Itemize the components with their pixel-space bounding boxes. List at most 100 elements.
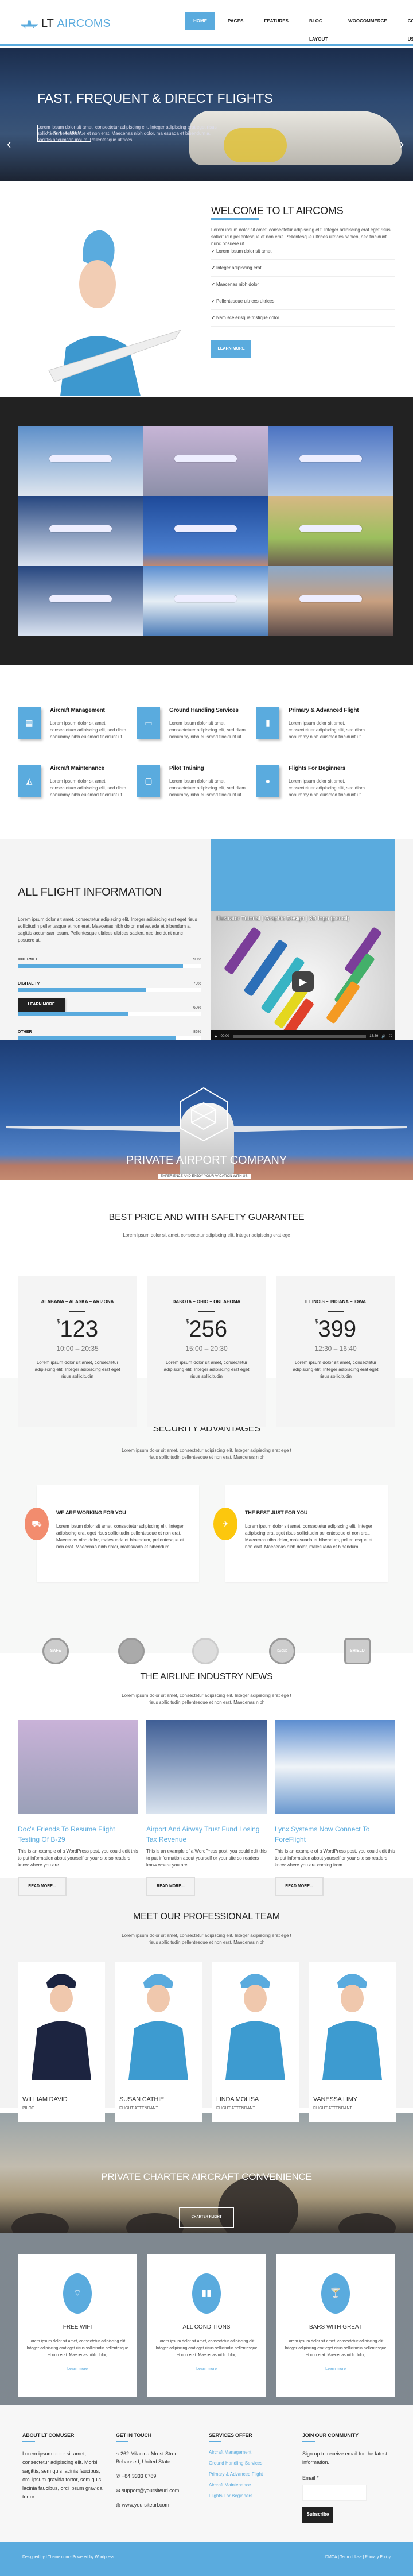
price-value: 256 — [189, 1316, 228, 1342]
list-item: ✔ Maecenas nibh dolor — [211, 277, 395, 293]
footer-community: JOIN OUR COMMUNITY Sign up to receive em… — [302, 2432, 394, 2523]
post-image[interactable] — [18, 1720, 138, 1814]
slider-next-icon[interactable]: › — [400, 137, 404, 152]
gallery-section — [0, 397, 413, 665]
footer-about: ABOUT LT COMUSER Lorem ipsum dolor sit a… — [22, 2432, 103, 2500]
learn-more-link[interactable]: Learn more — [147, 2367, 266, 2371]
check-icon: ✔ — [211, 299, 216, 304]
phone-icon: ✆ — [116, 2473, 122, 2479]
gallery-image[interactable] — [143, 566, 268, 636]
gallery-image[interactable] — [143, 426, 268, 496]
pricing-title: BEST PRICE AND WITH SAFETY GUARANTEE — [108, 1213, 305, 1222]
footer-link[interactable]: Flights For Beginners — [209, 2493, 295, 2498]
globe-badge-logo — [192, 1638, 219, 1664]
footer-link[interactable]: Primary & Advanced Flight — [209, 2472, 295, 2477]
nav-blog-layout[interactable]: BLOG LAYOUT — [301, 12, 336, 42]
nav-contact-us[interactable]: CONTACT US — [400, 12, 413, 42]
service-aircraft-maintenance: ◭ Aircraft Maintenance Lorem ipsum dolor … — [18, 765, 138, 811]
welcome-title: WELCOME TO LT AIRCOMS — [211, 205, 344, 216]
progress-bar: TELEPHONE 60% — [18, 1006, 201, 1020]
email-input[interactable] — [302, 2485, 367, 2501]
post-title-link[interactable]: Lynx Systems Now Connect To ForeFlight — [275, 1824, 395, 1845]
gallery-image[interactable] — [18, 426, 143, 496]
price-card: ALABAMA – ALASKA – ARIZONA $123 10:00 – … — [18, 1276, 137, 1427]
slider-prev-icon[interactable]: ‹ — [7, 137, 11, 152]
team-member-card: LINDA MOLISA FLIGHT ATTENDANT — [212, 1962, 299, 2122]
price-card: DAKOTA – OHIO – OKLAHOMA $256 15:00 – 20… — [147, 1276, 266, 1427]
view-flights-info-button[interactable]: VIEW FLIGHTS INFO — [174, 1186, 237, 1199]
email-label: Email * — [302, 2475, 319, 2481]
dmca-link[interactable]: DMCA — [325, 2555, 337, 2559]
check-icon: ✔ — [211, 265, 216, 270]
video-player[interactable]: Illustrator Tutorial | Graphic Design | … — [211, 911, 395, 1043]
news-subtitle: Lorem ipsum dolor sit amet, consectetur … — [122, 1693, 291, 1705]
fullscreen-icon[interactable]: ⛶ — [389, 1035, 392, 1039]
play-icon[interactable]: ▶ — [292, 971, 314, 992]
amenity-card: ▮▮ ALL CONDITIONS Lorem ipsum dolor sit … — [147, 2254, 266, 2397]
service-ground-handling: ▭ Ground Handling Services Lorem ipsum do… — [137, 707, 258, 753]
nav-home[interactable]: HOME — [185, 12, 215, 30]
learn-more-link[interactable]: Learn more — [276, 2367, 395, 2371]
logo-lt: LT — [41, 17, 54, 30]
team-title: MEET OUR PROFESSIONAL TEAM — [133, 1912, 280, 1922]
news-title: THE AIRLINE INDUSTRY NEWS — [140, 1672, 273, 1682]
gallery-image[interactable] — [268, 496, 393, 566]
gallery-image[interactable] — [268, 566, 393, 636]
hero-slider — [0, 48, 413, 181]
read-more-button[interactable]: READ MORE... — [146, 1877, 195, 1896]
read-more-button[interactable]: READ MORE... — [18, 1877, 67, 1896]
nav-features[interactable]: FEATURES — [256, 12, 297, 30]
calendar-blank-icon: ▢ — [137, 765, 160, 797]
progress-bar: OTHER 86% — [18, 1030, 201, 1044]
subscribe-button[interactable]: Subscribe — [302, 2507, 333, 2523]
footer-link[interactable]: Aircraft Maintenance — [209, 2482, 295, 2488]
plane-icon: ✈ — [213, 1508, 237, 1540]
video-progress-slider[interactable] — [232, 1035, 367, 1038]
list-item: ✔ Pellentesque ultrices ultrices — [211, 293, 395, 310]
bottom-bar: Designed by LTheme.com - Powered by Word… — [0, 2542, 413, 2576]
gallery-image[interactable] — [18, 566, 143, 636]
volume-icon[interactable]: 🔊 — [381, 1035, 385, 1039]
learn-more-button[interactable]: LEARN MORE — [211, 340, 251, 358]
post-title-link[interactable]: Doc's Friends To Resume Flight Testing O… — [18, 1824, 138, 1845]
gallery-image[interactable] — [18, 496, 143, 566]
hero-airplane-image — [189, 111, 402, 165]
flights-info-button[interactable]: FLIGHTS INFO — [37, 125, 91, 142]
team-subtitle: Lorem ipsum dolor sit amet, consectetur … — [122, 1933, 291, 1945]
read-more-button[interactable]: READ MORE... — [275, 1877, 324, 1896]
flight-info-title: ALL FLIGHT INFORMATION — [18, 886, 162, 898]
list-item: ✔ Lorem ipsum dolor sit amet, — [211, 243, 395, 260]
team-member-photo — [322, 1974, 382, 2080]
video-title: Illustrator Tutorial | Graphic Design | … — [216, 916, 349, 922]
terms-link[interactable]: Term of Use — [340, 2555, 362, 2559]
play-small-icon[interactable]: ▶ — [215, 1035, 217, 1039]
charter-flight-button[interactable]: CHARTER FLIGHT — [179, 2207, 234, 2228]
price-value: 399 — [318, 1316, 357, 1342]
site-header: LT AIRCOMS HOME PAGES FEATURES BLOG LAYO… — [0, 0, 413, 46]
logo[interactable]: LT AIRCOMS — [21, 17, 111, 30]
advantage-card: ⛟ WE ARE WORKING FOR YOU Lorem ipsum dolo… — [25, 1485, 199, 1582]
gallery-image[interactable] — [143, 496, 268, 566]
map-marker-icon: ● — [256, 765, 279, 797]
service-aircraft-management: ▦ Aircraft Management Lorem ipsum dolor s… — [18, 707, 138, 753]
title-underline — [211, 218, 259, 220]
learn-more-link[interactable]: Learn more — [18, 2367, 137, 2371]
nav-pages[interactable]: PAGES — [220, 12, 251, 30]
hero-airplane-livery — [224, 128, 287, 162]
welcome-feature-list: ✔ Lorem ipsum dolor sit amet, ✔ Integer … — [211, 243, 395, 327]
price-value: 123 — [60, 1316, 99, 1342]
amenity-card: ⌔ FREE WIFI Lorem ipsum dolor sit amet, … — [18, 2254, 137, 2397]
nav-woocommerce[interactable]: WOOCOMMERCE — [340, 12, 395, 30]
team-member-photo — [32, 1974, 91, 2080]
footer-link[interactable]: Ground Handling Services — [209, 2461, 295, 2466]
bookmark-icon: ▮ — [256, 707, 279, 739]
gallery-image[interactable] — [268, 426, 393, 496]
post-image[interactable] — [146, 1720, 267, 1814]
post-image[interactable] — [275, 1720, 395, 1814]
post-title-link[interactable]: Airport And Airway Trust Fund Losing Tax… — [146, 1824, 267, 1845]
privacy-link[interactable]: Primary Policy — [365, 2555, 391, 2559]
logo-name: AIRCOMS — [57, 17, 111, 30]
footer-link[interactable]: Aircraft Management — [209, 2450, 295, 2455]
check-icon: ✔ — [211, 249, 216, 254]
check-icon: ✔ — [211, 315, 216, 320]
